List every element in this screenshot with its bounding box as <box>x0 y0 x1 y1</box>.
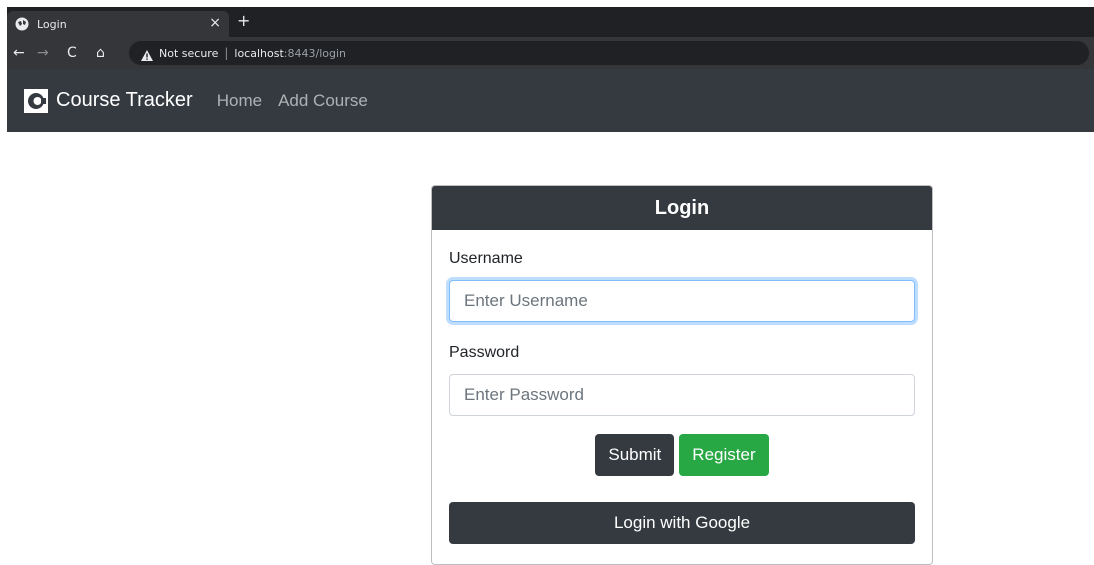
submit-button[interactable]: Submit <box>595 434 675 476</box>
forward-icon[interactable]: → <box>37 43 49 63</box>
app-navbar: Course Tracker Home Add Course <box>7 69 1094 132</box>
new-tab-button[interactable]: + <box>237 11 250 30</box>
home-icon[interactable]: ⌂ <box>96 43 105 63</box>
username-label: Username <box>449 250 523 267</box>
url-separator: | <box>224 46 229 60</box>
tab-close-icon[interactable]: × <box>209 15 221 31</box>
password-label: Password <box>449 344 520 361</box>
globe-icon <box>15 17 29 31</box>
address-bar[interactable]: Not secure | localhost :8443/login <box>129 41 1089 65</box>
url-path: :8443/login <box>283 46 346 60</box>
nav-link-add-course[interactable]: Add Course <box>278 91 368 111</box>
nav-link-home[interactable]: Home <box>217 91 262 111</box>
tab-title: Login <box>37 17 67 31</box>
reload-icon[interactable]: C <box>67 43 77 63</box>
login-card: Login Username Password Submit Register … <box>431 185 933 565</box>
register-button[interactable]: Register <box>679 434 769 476</box>
login-form: Username Password Submit Register Login … <box>432 230 932 564</box>
brand-name[interactable]: Course Tracker <box>56 89 193 112</box>
warning-icon[interactable] <box>141 48 153 61</box>
url-host: localhost <box>234 46 284 60</box>
password-input[interactable] <box>449 374 915 416</box>
login-with-google-button[interactable]: Login with Google <box>449 502 915 544</box>
username-input[interactable] <box>449 280 915 322</box>
security-label[interactable]: Not secure <box>159 47 218 60</box>
brand-logo-icon[interactable] <box>24 88 48 113</box>
back-icon[interactable]: ← <box>13 43 25 63</box>
browser-toolbar: ← → C ⌂ Not secure | localhost :8443/log… <box>7 37 1094 69</box>
button-row: Submit Register <box>449 434 915 476</box>
browser-tab-bar: Login × + <box>7 7 1094 37</box>
browser-tab[interactable]: Login × <box>7 11 229 37</box>
login-title: Login <box>432 186 932 230</box>
